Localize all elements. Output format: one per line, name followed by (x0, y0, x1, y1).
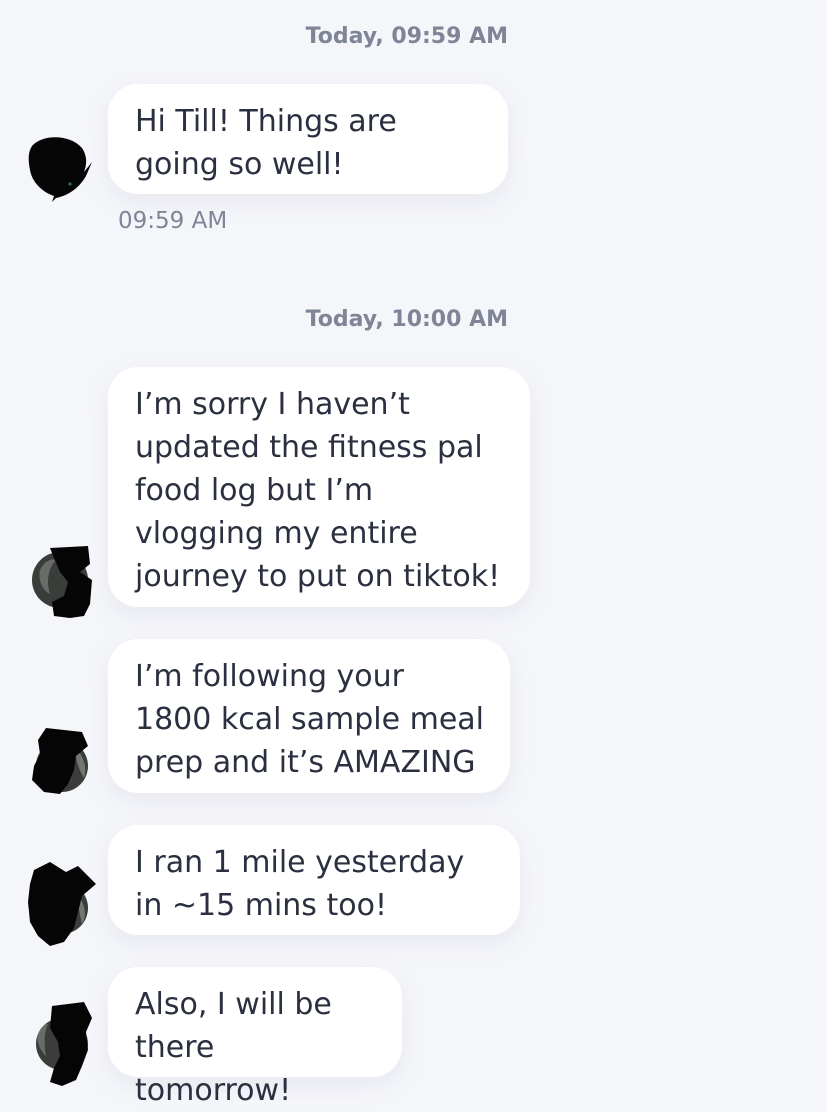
sender-avatar[interactable] (26, 132, 92, 202)
message-bubble[interactable]: I’m sorry I haven’t updated the fitness … (108, 367, 530, 607)
message-text: Hi Till! Things are going so well! (135, 104, 397, 182)
message-text: I’m following your 1800 kcal sample meal… (135, 659, 485, 780)
date-separator: Today, 09:59 AM (305, 24, 508, 49)
avatar-image (28, 137, 92, 202)
message-bubble[interactable]: Hi Till! Things are going so well! (108, 84, 508, 194)
sender-avatar[interactable] (30, 726, 88, 794)
message-bubble[interactable]: Also, I will be there tomorrow! (108, 967, 402, 1108)
avatar-image (28, 862, 96, 946)
message-timestamp: 09:59 AM (118, 208, 228, 234)
message-text: Also, I will be there tomorrow! (135, 987, 332, 1108)
message-bubble[interactable]: I ran 1 mile yesterday in ~15 mins too! (108, 825, 520, 935)
message-text: I ran 1 mile yesterday in ~15 mins too! (135, 845, 465, 923)
avatar-image (36, 1002, 92, 1086)
sender-avatar[interactable] (30, 546, 92, 618)
message-bubble[interactable]: I’m following your 1800 kcal sample meal… (108, 639, 510, 793)
message-text: I’m sorry I haven’t updated the fitness … (135, 387, 501, 594)
avatar-image (32, 728, 88, 794)
date-separator: Today, 10:00 AM (305, 307, 508, 332)
sender-avatar[interactable] (26, 862, 96, 946)
avatar-image (32, 546, 92, 618)
sender-avatar[interactable] (30, 1002, 92, 1086)
